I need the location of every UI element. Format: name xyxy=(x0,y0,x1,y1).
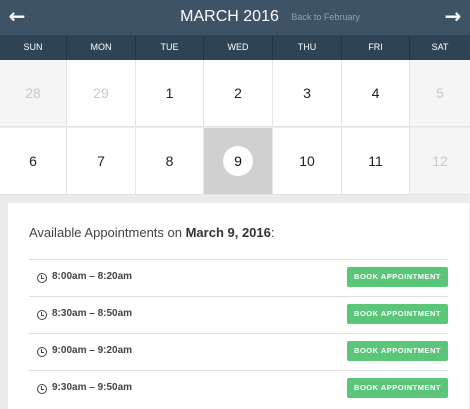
calendar-day: 28 xyxy=(0,60,66,127)
clock-icon xyxy=(37,384,47,394)
month-title: MARCH 2016 xyxy=(180,7,279,25)
calendar-day[interactable]: 6 xyxy=(0,128,66,195)
weekday-label: SAT xyxy=(409,35,470,60)
calendar-day[interactable]: 7 xyxy=(66,128,135,195)
calendar-day[interactable]: 3 xyxy=(272,60,341,127)
appointments-heading-date: March 9, 2016 xyxy=(185,225,271,240)
calendar-day[interactable]: 1 xyxy=(135,60,203,127)
calendar-day: 12 xyxy=(409,128,470,195)
weekday-label: THU xyxy=(272,35,341,60)
slot-time: 9:30am – 9:50am xyxy=(52,382,133,393)
appointment-slot: 8:00am – 8:20am BOOK APPOINTMENT xyxy=(29,259,448,296)
calendar-day[interactable]: 2 xyxy=(203,60,272,127)
selected-day-number: 9 xyxy=(223,146,253,176)
calendar-day[interactable]: 11 xyxy=(341,128,409,195)
calendar-week-row: 28 29 1 2 3 4 5 xyxy=(0,60,470,127)
calendar-day[interactable]: 8 xyxy=(135,128,203,195)
book-appointment-button[interactable]: BOOK APPOINTMENT xyxy=(347,378,448,398)
calendar-day: 29 xyxy=(66,60,135,127)
appointment-slot: 9:00am – 9:20am BOOK APPOINTMENT xyxy=(29,333,448,370)
calendar-day[interactable]: 4 xyxy=(341,60,409,127)
slot-time: 8:30am – 8:50am xyxy=(52,308,133,319)
appointments-panel: Available Appointments on March 9, 2016:… xyxy=(8,203,469,409)
month-title-group: MARCH 2016 Back to February xyxy=(0,0,470,35)
back-to-previous-month-link[interactable]: Back to February xyxy=(291,12,360,22)
weekday-label: FRI xyxy=(341,35,409,60)
calendar-header: ← MARCH 2016 Back to February → xyxy=(0,0,470,35)
calendar-day: 5 xyxy=(409,60,470,127)
slot-time: 9:00am – 9:20am xyxy=(52,345,133,356)
weekday-label: TUE xyxy=(135,35,203,60)
appointments-heading-prefix: Available Appointments on xyxy=(29,225,186,240)
calendar-week-row: 6 7 8 9 10 11 12 xyxy=(0,128,470,195)
clock-icon xyxy=(37,310,47,320)
slot-time: 8:00am – 8:20am xyxy=(52,271,133,282)
book-appointment-button[interactable]: BOOK APPOINTMENT xyxy=(347,341,448,361)
calendar-day[interactable]: 10 xyxy=(272,128,341,195)
book-appointment-button[interactable]: BOOK APPOINTMENT xyxy=(347,267,448,287)
appointment-slot: 8:30am – 8:50am BOOK APPOINTMENT xyxy=(29,296,448,333)
weekday-label: MON xyxy=(66,35,135,60)
weekday-header-row: SUN MON TUE WED THU FRI SAT xyxy=(0,35,470,60)
appointments-heading: Available Appointments on March 9, 2016: xyxy=(29,225,275,240)
book-appointment-button[interactable]: BOOK APPOINTMENT xyxy=(347,304,448,324)
weekday-label: SUN xyxy=(23,42,43,52)
appointments-heading-suffix: : xyxy=(270,225,275,240)
clock-icon xyxy=(37,347,47,357)
arrow-right-icon[interactable]: → xyxy=(436,0,470,35)
clock-icon xyxy=(37,273,47,283)
appointment-slot: 9:30am – 9:50am BOOK APPOINTMENT xyxy=(29,370,448,407)
weekday-label: WED xyxy=(203,35,272,60)
calendar-day-selected[interactable]: 9 xyxy=(203,128,272,195)
